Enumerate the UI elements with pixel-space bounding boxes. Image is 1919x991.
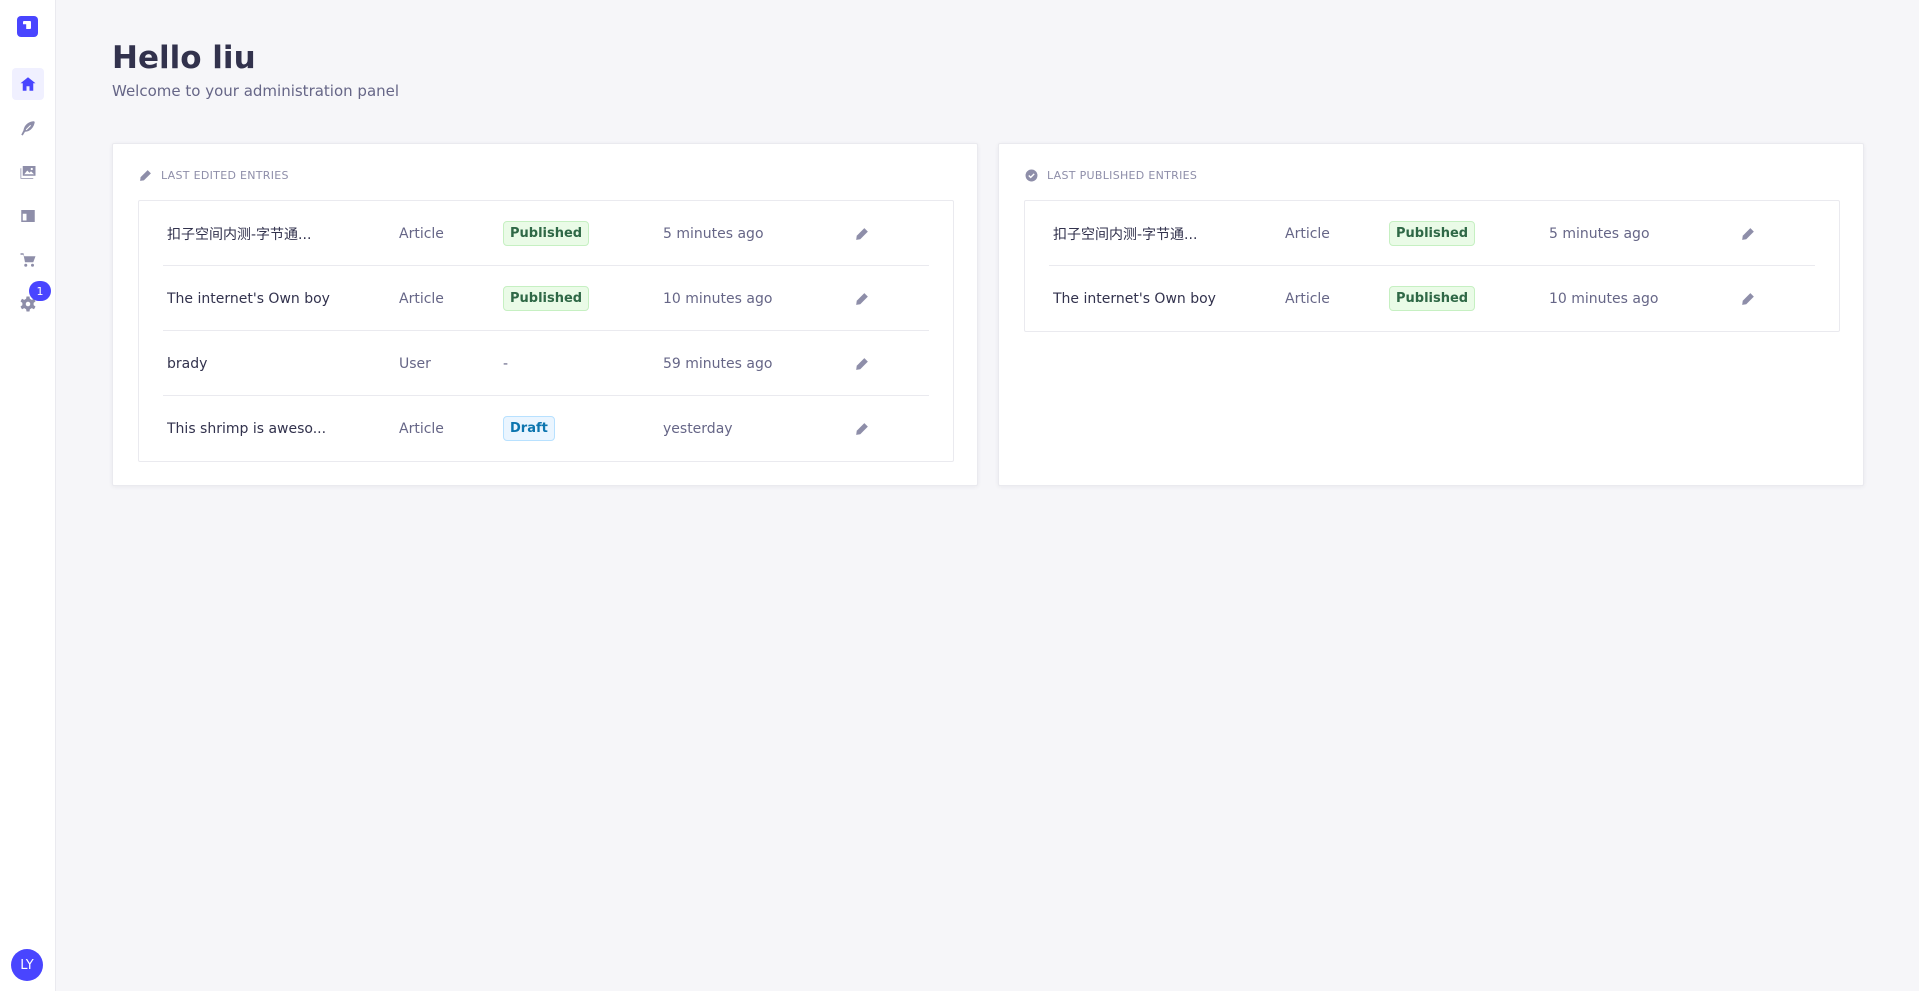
entry-time: 59 minutes ago: [663, 355, 773, 372]
strapi-logo[interactable]: [17, 16, 38, 37]
table-row[interactable]: This shrimp is aweso... Article Draft ye…: [163, 396, 929, 461]
entry-time: 10 minutes ago: [663, 290, 773, 307]
last-published-table: 扣子空间内测-字节通... Article Published 5 minute…: [1024, 200, 1840, 332]
last-edited-title: LAST EDITED ENTRIES: [161, 169, 289, 182]
pencil-icon: [856, 357, 868, 370]
entry-type: Article: [399, 420, 444, 437]
sidebar-item-content-type-builder[interactable]: [12, 200, 44, 232]
pencil-icon: [1742, 292, 1754, 305]
entry-title: This shrimp is aweso...: [167, 420, 327, 437]
edit-button[interactable]: [855, 331, 869, 396]
sidebar-item-media-library[interactable]: [12, 156, 44, 188]
entry-title: The internet's Own boy: [167, 290, 330, 307]
last-edited-card: LAST EDITED ENTRIES 扣子空间内测-字节通... Articl…: [112, 143, 978, 486]
sidebar-item-home[interactable]: [12, 68, 44, 100]
entry-title: 扣子空间内测-字节通...: [1053, 226, 1198, 243]
pencil-icon: [140, 170, 151, 181]
check-circle-icon: [1025, 169, 1038, 182]
entry-title: brady: [167, 355, 208, 372]
feather-icon: [21, 121, 35, 136]
entry-time: yesterday: [663, 420, 733, 437]
table-row[interactable]: 扣子空间内测-字节通... Article Published 5 minute…: [163, 201, 929, 266]
table-row[interactable]: brady User - 59 minutes ago: [163, 331, 929, 396]
table-row[interactable]: The internet's Own boy Article Published…: [1049, 266, 1815, 331]
entry-status: Published: [503, 201, 590, 266]
edit-button[interactable]: [855, 266, 869, 331]
last-published-header: LAST PUBLISHED ENTRIES: [1025, 169, 1197, 182]
pencil-icon: [1742, 227, 1754, 240]
table-row[interactable]: 扣子空间内测-字节通... Article Published 5 minute…: [1049, 201, 1815, 266]
sidebar-item-marketplace[interactable]: [12, 244, 44, 276]
edit-button[interactable]: [1741, 201, 1755, 266]
entry-type: Article: [399, 225, 444, 242]
entry-time: 5 minutes ago: [1549, 225, 1650, 242]
page-title: Hello liu: [112, 40, 256, 76]
last-edited-header: LAST EDITED ENTRIES: [139, 169, 289, 182]
status-badge: Published: [503, 286, 590, 311]
status-badge: Published: [1389, 221, 1476, 246]
last-edited-table: 扣子空间内测-字节通... Article Published 5 minute…: [138, 200, 954, 462]
table-row[interactable]: The internet's Own boy Article Published…: [163, 266, 929, 331]
edit-button[interactable]: [855, 396, 869, 461]
edit-button[interactable]: [855, 201, 869, 266]
entry-status: -: [503, 355, 509, 372]
entry-status: Draft: [503, 396, 555, 461]
status-badge: Published: [503, 221, 590, 246]
sidebar-item-content-manager[interactable]: [12, 112, 44, 144]
page-subtitle: Welcome to your administration panel: [112, 82, 400, 100]
last-published-card: LAST PUBLISHED ENTRIES 扣子空间内测-字节通... Art…: [998, 143, 1864, 486]
pencil-icon: [856, 422, 868, 435]
images-icon: [20, 166, 36, 179]
cart-icon: [20, 253, 36, 267]
edit-button[interactable]: [1741, 266, 1755, 331]
home-icon: [20, 77, 36, 91]
entry-time: 10 minutes ago: [1549, 290, 1659, 307]
entry-type: Article: [399, 290, 444, 307]
entry-title: The internet's Own boy: [1053, 290, 1216, 307]
entry-type: Article: [1285, 225, 1330, 242]
status-badge: Draft: [503, 416, 555, 441]
layout-icon: [21, 210, 35, 222]
pencil-icon: [856, 227, 868, 240]
status-badge: Published: [1389, 286, 1476, 311]
entry-type: Article: [1285, 290, 1330, 307]
sidebar: 1 LY: [0, 0, 56, 991]
entry-time: 5 minutes ago: [663, 225, 764, 242]
last-published-title: LAST PUBLISHED ENTRIES: [1047, 169, 1198, 182]
entry-status: Published: [1389, 266, 1476, 331]
entry-title: 扣子空间内测-字节通...: [167, 226, 312, 243]
settings-notification-badge: 1: [29, 281, 51, 301]
entry-status: Published: [503, 266, 590, 331]
entry-type: User: [399, 355, 431, 372]
user-avatar[interactable]: LY: [11, 949, 43, 981]
pencil-icon: [856, 292, 868, 305]
entry-status: Published: [1389, 201, 1476, 266]
